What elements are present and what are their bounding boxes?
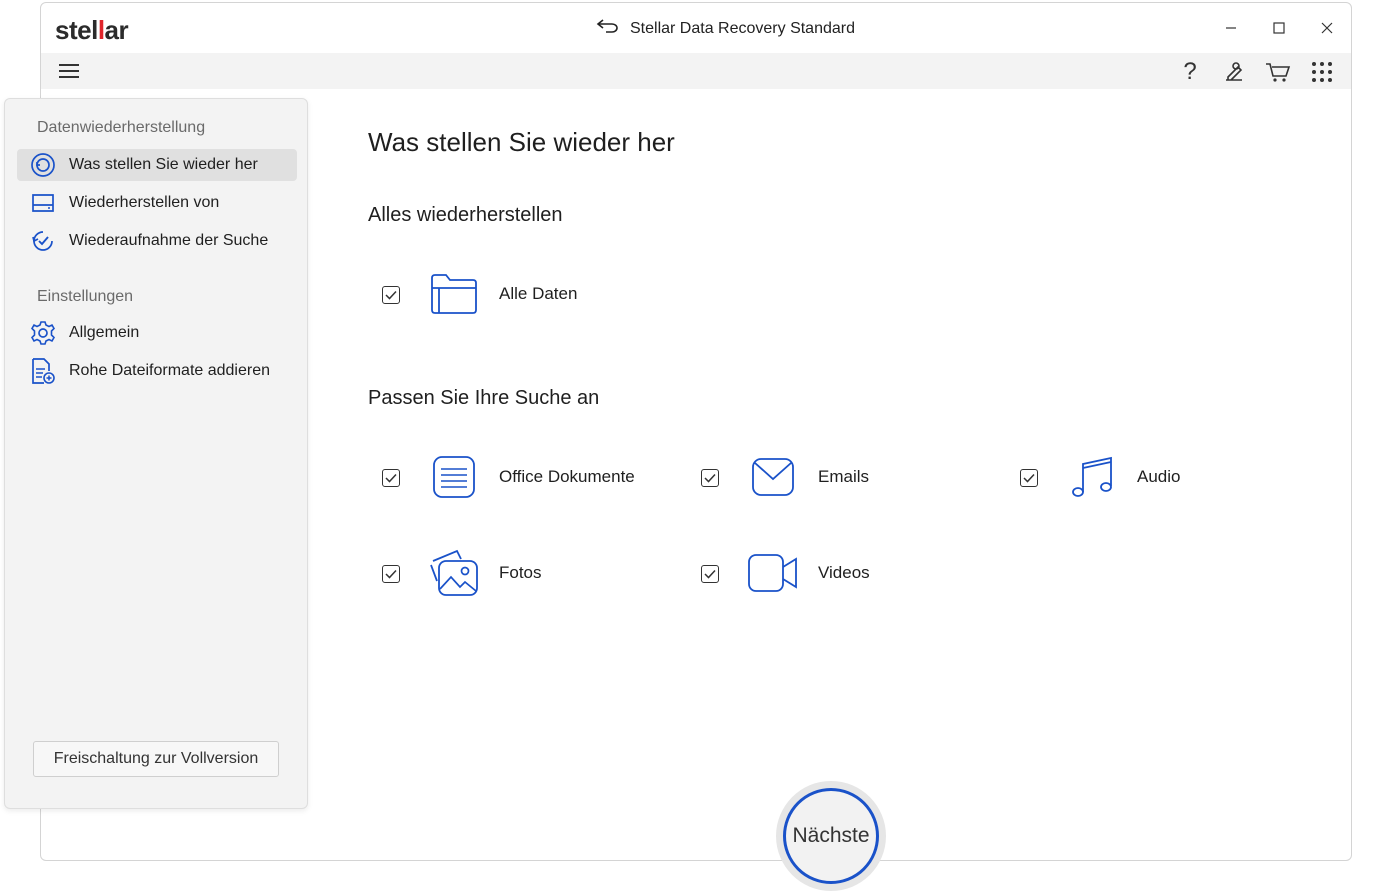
email-icon	[745, 451, 801, 503]
upgrade-button[interactable]: Freischaltung zur Vollversion	[33, 741, 279, 777]
section-title-data-recovery: Datenwiederherstellung	[37, 119, 206, 136]
music-icon	[1064, 451, 1120, 503]
sidebar-item-label: Was stellen Sie wieder her	[69, 156, 258, 173]
option-label: Videos	[818, 563, 870, 582]
wrench-icon[interactable]	[1219, 57, 1249, 87]
cart-icon[interactable]	[1263, 57, 1293, 87]
help-icon[interactable]: ?	[1175, 57, 1205, 87]
sidebar-item-add-raw-formats[interactable]: Rohe Dateiformate addieren	[17, 355, 297, 387]
resume-icon	[29, 227, 57, 255]
photos-icon	[426, 547, 482, 599]
sidebar-item-what-to-recover[interactable]: Was stellen Sie wieder her	[17, 149, 297, 181]
sidebar-item-label: Wiederherstellen von	[69, 194, 220, 211]
option-photos: Fotos	[382, 549, 542, 596]
checkbox-audio[interactable]	[1020, 469, 1038, 487]
logo-text-pre: stel	[55, 15, 98, 45]
option-audio: Audio	[1020, 456, 1180, 497]
checkbox-videos[interactable]	[701, 565, 719, 583]
maximize-button[interactable]	[1255, 3, 1303, 53]
checkbox-photos[interactable]	[382, 565, 400, 583]
toolbar: ?	[41, 53, 1351, 89]
undo-arrow-icon[interactable]	[596, 18, 620, 39]
next-button[interactable]: Nächste	[783, 788, 879, 884]
next-button-wrapper: Nächste	[776, 781, 886, 891]
restore-icon	[29, 151, 57, 179]
sidebar-item-recover-from[interactable]: Wiederherstellen von	[17, 187, 297, 219]
video-icon	[745, 547, 801, 599]
option-label: Emails	[818, 467, 870, 486]
sidebar-item-resume-scan[interactable]: Wiederaufnahme der Suche	[17, 225, 297, 257]
sidebar: Datenwiederherstellung Was stellen Sie w…	[4, 98, 308, 809]
logo-text-mid: l	[97, 15, 105, 45]
page-title: Was stellen Sie wieder her	[368, 127, 675, 157]
apps-grid-icon[interactable]	[1307, 57, 1337, 87]
option-all-data: Alle Daten	[382, 274, 577, 314]
stellar-logo: stellar	[55, 15, 129, 46]
option-label: Audio	[1137, 467, 1181, 486]
gear-icon	[29, 319, 57, 347]
window-title: Stellar Data Recovery Standard	[596, 18, 855, 39]
minimize-button[interactable]	[1207, 3, 1255, 53]
option-label: Fotos	[499, 563, 542, 582]
option-emails: Emails	[701, 458, 869, 496]
menu-icon[interactable]	[57, 59, 81, 83]
option-office-documents: Office Dokumente	[382, 456, 635, 498]
close-button[interactable]	[1303, 3, 1351, 53]
sidebar-item-label: Rohe Dateiformate addieren	[69, 362, 271, 379]
drive-icon	[29, 189, 57, 217]
sidebar-item-general[interactable]: Allgemein	[17, 317, 297, 349]
checkbox-emails[interactable]	[701, 469, 719, 487]
help-glyph: ?	[1183, 58, 1197, 85]
add-file-icon	[29, 357, 57, 385]
logo-text-post: ar	[104, 15, 129, 45]
title-bar: stellar Stellar Data Recovery Standard	[41, 3, 1351, 53]
checkbox-office-documents[interactable]	[382, 469, 400, 487]
option-videos: Videos	[701, 554, 870, 592]
option-label: Alle Daten	[499, 284, 578, 303]
sidebar-item-label: Wiederaufnahme der Suche	[69, 232, 269, 249]
section-heading-recover-all: Alles wiederherstellen	[368, 204, 563, 226]
section-heading-customize-search: Passen Sie Ihre Suche an	[368, 387, 600, 409]
folder-icon	[426, 268, 482, 320]
checkbox-all-data[interactable]	[382, 286, 400, 304]
window-title-text: Stellar Data Recovery Standard	[630, 19, 855, 37]
document-icon	[426, 451, 482, 503]
sidebar-item-label: Allgemein	[69, 324, 140, 341]
section-title-settings: Einstellungen	[37, 288, 134, 305]
option-label: Office Dokumente	[499, 467, 635, 486]
